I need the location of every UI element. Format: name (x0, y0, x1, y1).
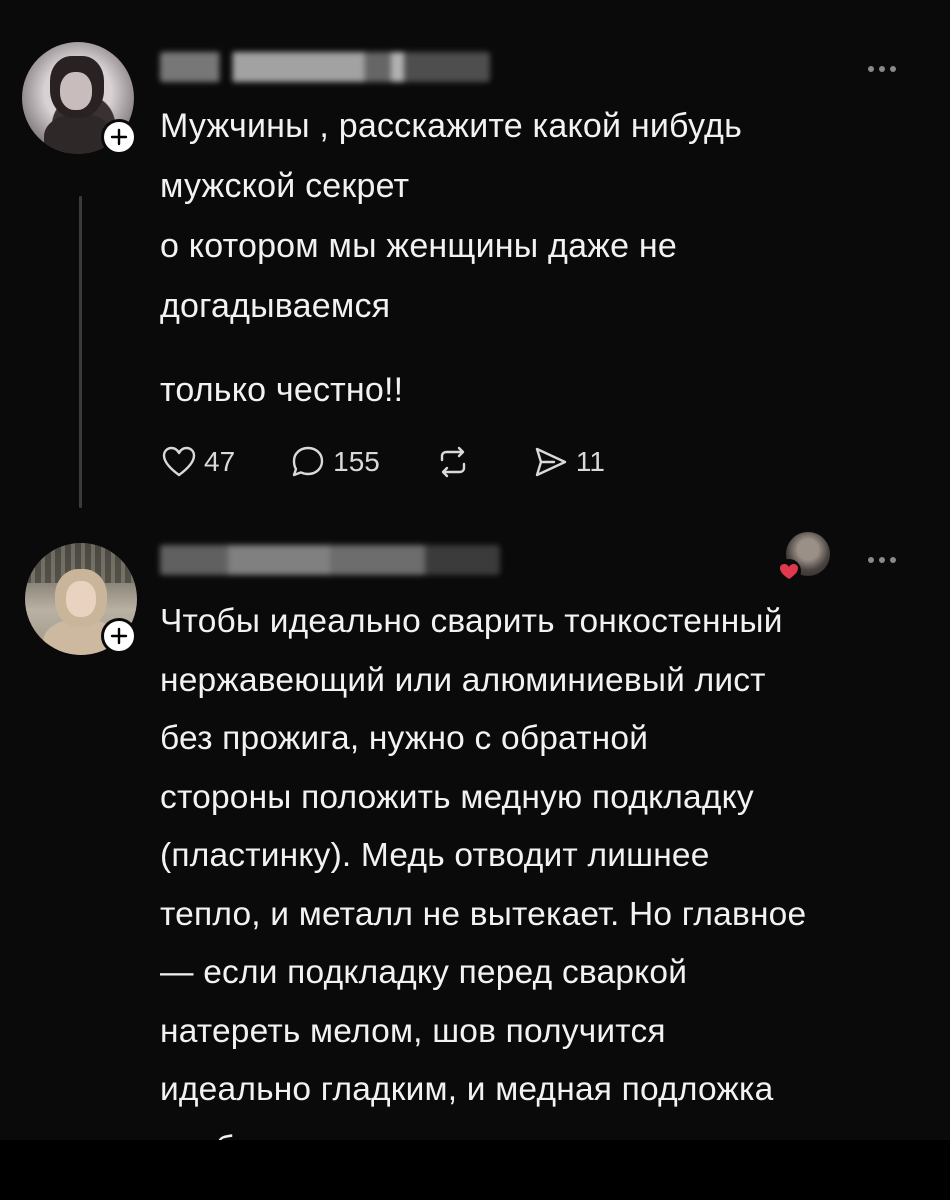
reply-line: (пластинку). Медь отводит лишнее (160, 837, 710, 874)
repost-button[interactable] (434, 443, 472, 481)
follow-button[interactable] (101, 119, 137, 155)
post-line: догадываемся (160, 287, 391, 325)
share-count: 11 (575, 446, 605, 477)
send-icon (535, 447, 567, 477)
heart-icon (162, 446, 196, 477)
post-line: Мужчины , расскажите какой нибудь (160, 107, 742, 145)
plus-icon (110, 128, 128, 146)
reply-line: Чтобы идеально сварить тонкостенный (160, 603, 783, 640)
share-button[interactable]: 11 (532, 443, 605, 481)
comment-count: 155 (333, 446, 380, 477)
avatar-face (60, 72, 92, 110)
threads-screen: Мужчины , расскажите какой нибудь мужско… (0, 0, 950, 1140)
more-dots-icon[interactable] (868, 555, 908, 565)
letterbox-bar (0, 1140, 950, 1200)
reply-line: нержавеющий или алюминиевый лист (160, 661, 766, 699)
reply-line: натереть мелом, шов получится (160, 1012, 666, 1050)
post-line: только честно!! (160, 371, 404, 409)
reply-body: Чтобы идеально сварить тонкостенный нерж… (160, 593, 935, 1140)
thread-connector-line (79, 196, 82, 508)
post-actions: 47 155 11 (160, 440, 659, 484)
like-button[interactable]: 47 (160, 443, 235, 481)
username-blurred[interactable] (160, 52, 490, 82)
like-count: 47 (204, 446, 236, 477)
heart-badge-icon (777, 559, 801, 583)
username-blurred[interactable] (160, 545, 500, 575)
post-line: мужской секрет (160, 167, 410, 205)
more-dots-icon[interactable] (868, 64, 908, 74)
post-body: Мужчины , расскажите какой нибудь мужско… (160, 96, 900, 420)
repost-icon (440, 446, 466, 478)
reply-line: тепло, и металл не вытекает. Но главное (160, 895, 807, 933)
plus-icon (110, 627, 128, 645)
reply-line: идеально гладким, и медная подложка (160, 1071, 774, 1108)
comment-bubble-icon (292, 446, 324, 477)
follow-button[interactable] (101, 618, 137, 654)
comment-button[interactable]: 155 (289, 443, 380, 481)
reply-line: стороны положить медную подкладку (160, 778, 754, 816)
reply-line: — если подкладку перед сваркой (160, 954, 688, 991)
post-line: о котором мы женщины даже не (160, 227, 677, 265)
reply-line: вообще не прилипнет. (160, 1120, 935, 1141)
avatar-face (66, 581, 96, 617)
reply-line: без прожига, нужно с обратной (160, 720, 649, 757)
